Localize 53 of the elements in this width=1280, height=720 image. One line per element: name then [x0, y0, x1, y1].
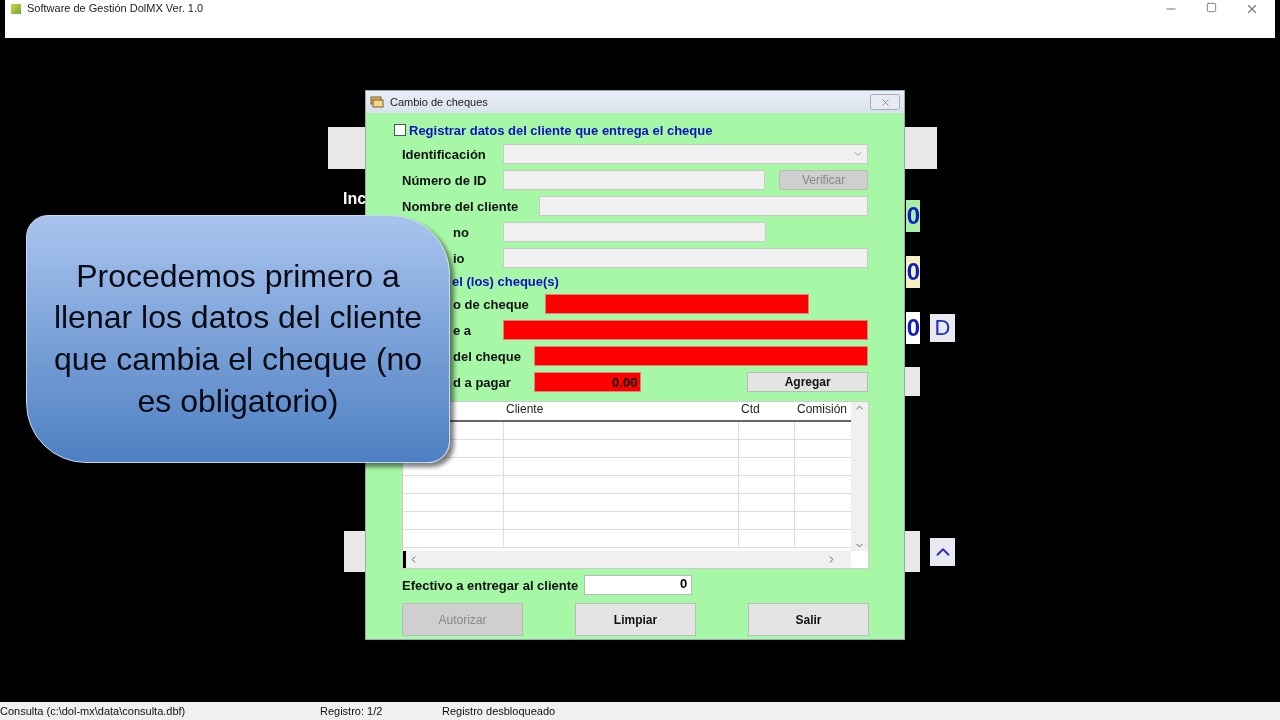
- amount-field[interactable]: 0.00: [533, 372, 642, 392]
- background-label: Inc: [343, 190, 367, 208]
- value-display: 0: [906, 200, 920, 232]
- field-label: io: [452, 250, 466, 266]
- field-label: o de cheque: [452, 296, 530, 312]
- horizontal-scrollbar[interactable]: [403, 551, 851, 568]
- status-text: Consulta (c:\dol-mx\data\consulta.dbf): [0, 705, 187, 717]
- field-label: Nombre del cliente: [402, 198, 520, 214]
- field-label: Efectivo a entregar al cliente: [402, 577, 579, 593]
- dialog-button[interactable]: Limpiar: [575, 603, 696, 636]
- id-type-select[interactable]: [502, 144, 868, 164]
- cash-field[interactable]: 0: [584, 575, 693, 595]
- window-title: Software de Gestión DolMX Ver. 1.0: [27, 2, 205, 14]
- field-label: d a pagar: [452, 374, 512, 390]
- status-text: Registro desbloqueado: [442, 705, 557, 717]
- column-header[interactable]: Ctd: [739, 402, 795, 420]
- input-field[interactable]: [502, 320, 868, 340]
- cheques-icon: [370, 95, 384, 109]
- field-label: no: [452, 224, 470, 240]
- column-header[interactable]: Cliente: [504, 402, 739, 420]
- input-field[interactable]: [502, 248, 868, 268]
- input-field[interactable]: [545, 294, 809, 314]
- status-text: Registro: 1/2: [320, 705, 384, 717]
- checkbox-label: Registrar datos del cliente que entrega el cheque: [409, 122, 713, 138]
- side-button[interactable]: D: [930, 314, 955, 342]
- field-label: Número de ID: [402, 172, 488, 188]
- callout-text: Procedemos primero a llenar los datos del cliente que cambia el cheque (no es obligatorio): [53, 256, 423, 421]
- maximize-icon[interactable]: [1206, 2, 1217, 13]
- input-field[interactable]: [502, 170, 766, 190]
- section-title: el (los) cheque(s): [451, 272, 560, 291]
- input-field[interactable]: [533, 346, 868, 366]
- background-panel: [905, 531, 920, 572]
- dialog-title: Cambio de cheques: [390, 96, 489, 108]
- value-display: 0: [906, 256, 920, 288]
- background-panel: [328, 127, 365, 169]
- add-button[interactable]: Agregar: [747, 372, 868, 392]
- input-field[interactable]: [538, 196, 868, 216]
- close-button[interactable]: [870, 94, 900, 110]
- close-icon[interactable]: [1245, 2, 1259, 16]
- input-field[interactable]: [503, 222, 766, 242]
- value-display: 0: [906, 312, 920, 344]
- background-panel: [905, 127, 937, 169]
- scroll-up-button[interactable]: [930, 538, 955, 566]
- vertical-scrollbar[interactable]: [851, 402, 868, 551]
- background-panel: [344, 531, 365, 572]
- field-label: e a: [452, 322, 473, 338]
- background-panel: [905, 367, 920, 396]
- dialog-button[interactable]: Salir: [748, 603, 869, 636]
- app-icon: [11, 4, 21, 14]
- field-label: Identificación: [402, 146, 487, 162]
- column-header[interactable]: Comisión: [795, 402, 851, 420]
- close-icon: [879, 96, 891, 108]
- checkbox[interactable]: [394, 124, 406, 136]
